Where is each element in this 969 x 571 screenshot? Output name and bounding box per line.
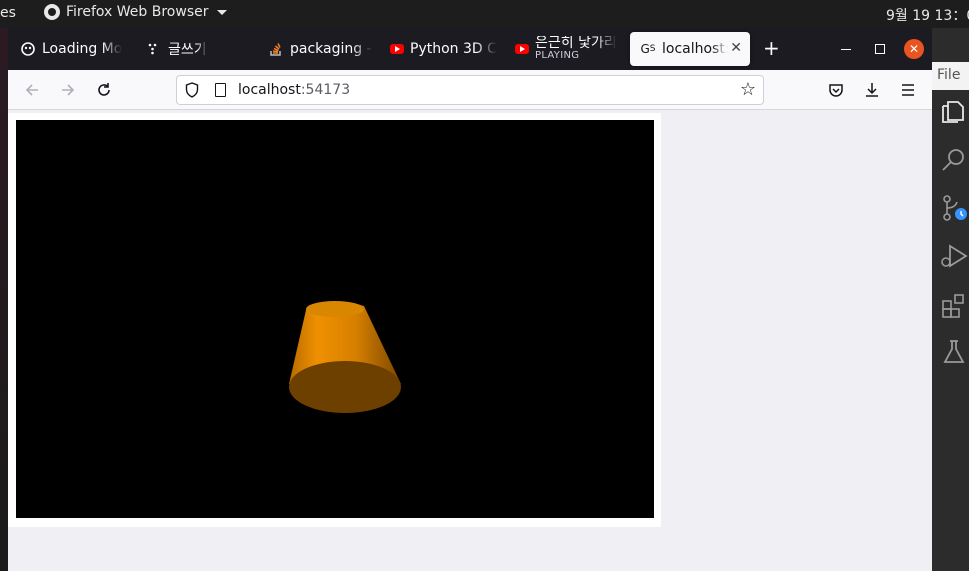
extensions-icon[interactable]	[940, 290, 968, 318]
bookmark-star-icon[interactable]: ☆	[740, 79, 756, 100]
tab-label: 은근히 낯가리	[535, 36, 617, 52]
firefox-window: Loading Mo 글쓰기 packaging - S Python 3D C…	[8, 28, 932, 571]
tab-label: Loading Mo	[42, 41, 123, 57]
forward-button[interactable]	[57, 79, 79, 101]
app-menu-button[interactable]	[897, 79, 919, 101]
testing-flask-icon[interactable]	[940, 338, 968, 366]
vscode-menu-bar: File	[932, 62, 969, 90]
page-info-icon[interactable]	[215, 83, 226, 97]
tab-playing-video[interactable]: 은근히 낯가리 PLAYING	[505, 32, 623, 66]
clock[interactable]: 9월 19 13：0	[886, 5, 969, 25]
reload-button[interactable]	[93, 79, 115, 101]
tab-label: Python 3D C	[410, 41, 497, 57]
search-icon[interactable]	[940, 146, 968, 174]
tab-python-3d[interactable]: Python 3D C	[380, 32, 498, 66]
tab-label: 글쓰기	[168, 42, 207, 58]
loading-favicon-icon	[20, 41, 36, 57]
run-debug-icon[interactable]	[940, 242, 968, 270]
gs-favicon-icon: GS	[640, 42, 656, 56]
3d-render-canvas[interactable]	[16, 120, 654, 518]
close-tab-icon[interactable]: ✕	[730, 40, 742, 56]
reload-icon	[98, 83, 110, 96]
download-icon	[866, 83, 878, 97]
tab-playing-status: PLAYING	[535, 50, 580, 62]
dots-favicon-icon	[146, 41, 162, 57]
navigation-toolbar: localhost:54173 ☆	[8, 70, 932, 110]
explorer-icon[interactable]	[940, 98, 968, 126]
maximize-button[interactable]	[875, 44, 885, 54]
page-content	[8, 111, 932, 571]
youtube-icon	[390, 44, 404, 54]
youtube-icon	[515, 44, 529, 54]
shield-icon[interactable]	[185, 82, 199, 98]
url-port: :54173	[300, 82, 351, 98]
tab-strip: Loading Mo 글쓰기 packaging - S Python 3D C…	[8, 28, 932, 70]
cone-top	[306, 301, 364, 317]
pocket-icon	[829, 84, 843, 97]
url-host: localhost	[238, 82, 301, 98]
url-bar[interactable]: localhost:54173 ☆	[176, 75, 764, 105]
firefox-icon	[44, 4, 60, 20]
downloads-button[interactable]	[861, 79, 883, 101]
desktop-edge	[0, 28, 8, 571]
arrow-right-icon	[62, 84, 75, 96]
back-button[interactable]	[21, 79, 43, 101]
arrow-left-icon	[25, 84, 38, 96]
system-top-bar: es Firefox Web Browser 9월 19 13：0	[0, 0, 969, 28]
tab-label: packaging - S	[290, 41, 373, 57]
caret-down-icon	[216, 9, 227, 15]
cone-base	[289, 361, 401, 413]
app-menu-label: Firefox Web Browser	[66, 4, 209, 20]
tab-label: localhost:5	[662, 41, 728, 57]
tab-packaging[interactable]: packaging - S	[258, 32, 373, 66]
minimize-button[interactable]	[841, 49, 851, 50]
hamburger-menu-icon	[902, 84, 914, 96]
stackoverflow-icon	[268, 41, 284, 57]
pocket-button[interactable]	[825, 79, 847, 101]
app-menu[interactable]: Firefox Web Browser	[44, 4, 227, 20]
canvas-container	[8, 113, 661, 527]
close-window-button[interactable]: ✕	[904, 39, 924, 59]
tab-loading[interactable]: Loading Mo	[10, 32, 128, 66]
tab-write[interactable]: 글쓰기	[136, 32, 246, 66]
vscode-window: File	[932, 28, 969, 571]
truncated-cone-render	[289, 301, 401, 413]
new-tab-button[interactable]: +	[763, 38, 780, 58]
url-text[interactable]: localhost:54173	[238, 82, 350, 98]
menu-file[interactable]: File	[937, 67, 960, 83]
tab-localhost[interactable]: GS localhost:5 ✕	[630, 32, 750, 66]
activities-button[interactable]: es	[0, 5, 16, 21]
source-control-icon[interactable]	[940, 194, 968, 222]
